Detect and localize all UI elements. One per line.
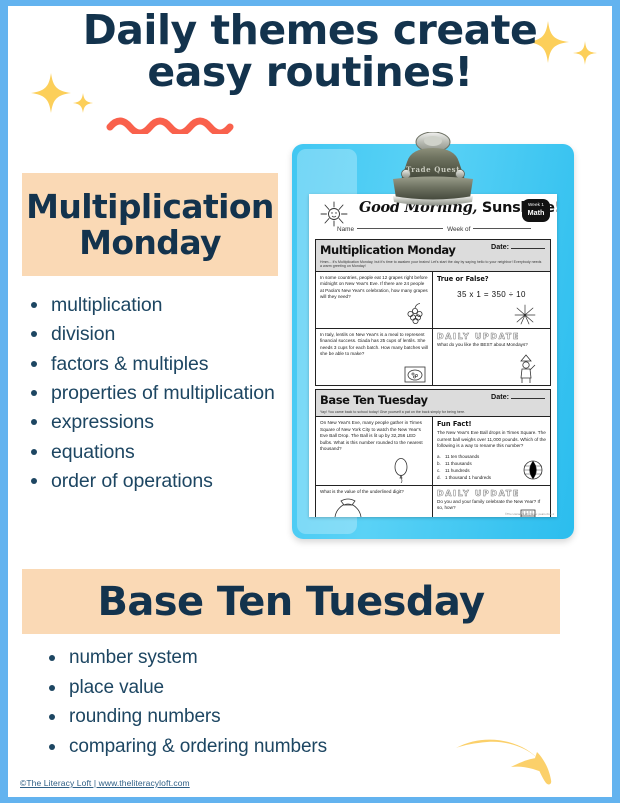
choice-text: 11 thousands bbox=[445, 460, 472, 466]
block-row: In some countries, people eat 12 grapes … bbox=[316, 271, 550, 328]
date-rule bbox=[511, 397, 545, 399]
true-false-heading: True or False? bbox=[437, 274, 489, 283]
topic-list-multiplication-monday: multiplication division factors & multip… bbox=[24, 293, 289, 498]
date-field[interactable]: Date: bbox=[491, 242, 545, 251]
block-title: Base Ten Tuesday bbox=[320, 392, 428, 407]
list-item: equations bbox=[24, 440, 289, 465]
choice-text: 1 thousand 1 hundreds bbox=[445, 474, 492, 480]
clipboard-clip[interactable]: Trade Quest bbox=[377, 132, 489, 214]
name-label: Name bbox=[337, 226, 355, 233]
badge-week-label: Week 1 bbox=[527, 202, 545, 207]
section-banner-base-ten-tuesday: Base Ten Tuesday bbox=[22, 569, 560, 634]
disco-ball-icon bbox=[523, 460, 543, 479]
cell-underlined-digit: What is the value of the underlined digi… bbox=[316, 485, 433, 517]
date-rule bbox=[511, 248, 545, 249]
worksheet-paper: Good Morning, Sunshine! Week 1 Math Name… bbox=[309, 194, 557, 517]
name-and-week-row: Name Week of bbox=[315, 226, 551, 239]
name-input-rule[interactable] bbox=[357, 228, 444, 229]
badge-subject-label: Math bbox=[527, 207, 545, 217]
daily-update-prompt: What do you like the BEST about Mondays? bbox=[437, 341, 528, 347]
list-item: comparing & ordering numbers bbox=[42, 735, 472, 760]
problem-text: In Italy, lentils on New Year's is a mea… bbox=[320, 331, 428, 357]
worksheet-block-multiplication-monday: Multiplication Monday Date: Hmm... it's … bbox=[315, 239, 551, 386]
poster-canvas: Daily themes create easy routines! Multi… bbox=[8, 6, 612, 797]
lentils-bowl-icon bbox=[404, 366, 426, 383]
grapes-icon bbox=[407, 302, 423, 324]
list-item: factors & multiples bbox=[24, 352, 289, 377]
poster-page: Daily themes create easy routines! Multi… bbox=[0, 0, 620, 803]
cell-daily-update-monday: DAILY UPDATE What do you like the BEST a… bbox=[433, 329, 550, 385]
cell-word-problem-lentils: In Italy, lentils on New Year's is a mea… bbox=[316, 328, 433, 385]
section-banner-multiplication-monday: Multiplication Monday bbox=[22, 173, 278, 276]
sun-icon bbox=[320, 201, 348, 227]
banner-line-1: Base Ten Tuesday bbox=[97, 578, 485, 625]
list-item: order of operations bbox=[24, 469, 289, 494]
list-item: number system bbox=[42, 646, 472, 671]
block-header: Base Ten Tuesday Date: Yay! You came bac… bbox=[316, 389, 550, 418]
banner-line-2: Monday bbox=[79, 222, 221, 262]
cell-true-or-false: True or False? 35 x 1 = 350 ÷ 10 bbox=[433, 272, 550, 328]
cell-word-problem-ball-drop: On New Year's Eve, many people gather in… bbox=[316, 417, 433, 485]
choice-key: b. bbox=[437, 460, 441, 466]
block-title: Multiplication Monday bbox=[320, 243, 456, 257]
list-item: division bbox=[24, 322, 289, 347]
date-label: Date: bbox=[491, 242, 509, 251]
headline-line-2: easy routines! bbox=[147, 47, 473, 96]
squiggle-underline-icon bbox=[106, 117, 234, 134]
true-false-equation: 35 x 1 = 350 ÷ 10 bbox=[457, 289, 526, 299]
problem-text: In some countries, people eat 12 grapes … bbox=[320, 274, 428, 300]
choice-text: 11 hundreds bbox=[445, 467, 470, 473]
balloon-icon bbox=[394, 457, 408, 483]
block-row: In Italy, lentils on New Year's is a mea… bbox=[316, 327, 550, 385]
list-item: expressions bbox=[24, 410, 289, 435]
party-person-icon bbox=[520, 354, 536, 383]
list-item: place value bbox=[42, 676, 472, 701]
fun-fact-heading: Fun Fact! bbox=[437, 420, 472, 429]
firework-icon bbox=[514, 304, 536, 325]
headline-line-1: Daily themes create bbox=[82, 6, 538, 54]
money-bag-icon: 4,635 bbox=[334, 498, 362, 517]
list-item: multiplication bbox=[24, 293, 289, 318]
date-label: Date: bbox=[491, 391, 509, 401]
worksheet-block-base-ten-tuesday: Base Ten Tuesday Date: Yay! You came bac… bbox=[315, 388, 554, 517]
choice-text: 11 ten thousands bbox=[445, 453, 480, 459]
week-math-badge: Week 1 Math bbox=[522, 199, 550, 222]
week-of-label: Week of bbox=[447, 226, 471, 233]
page-title: Daily themes create easy routines! bbox=[8, 9, 612, 96]
block-header: Multiplication Monday Date: Hmm... it's … bbox=[316, 240, 550, 272]
clipboard-image: Good Morning, Sunshine! Week 1 Math Name… bbox=[292, 132, 574, 539]
cell-word-problem-grapes: In some countries, people eat 12 grapes … bbox=[316, 271, 433, 328]
block-subtitle: Yay! You came back to school today! Give… bbox=[320, 409, 466, 414]
problem-text: What is the value of the underlined digi… bbox=[320, 488, 404, 494]
problem-text: On New Year's Eve, many people gather in… bbox=[320, 420, 423, 452]
fun-fact-text: The New Year's Eve Ball drops in Times S… bbox=[437, 430, 546, 449]
choice-key: d. bbox=[437, 474, 441, 480]
block-subtitle: Hmm... it's Multiplication Monday, but i… bbox=[320, 260, 542, 269]
block-row: On New Year's Eve, many people gather in… bbox=[316, 417, 550, 485]
daily-update-heading: DAILY UPDATE bbox=[437, 488, 520, 498]
worksheet-credit: ©The Literacy Loft | Code: pears-free-1 bbox=[504, 513, 554, 516]
date-field[interactable]: Date: bbox=[491, 392, 545, 401]
banner-line-1: Multiplication bbox=[26, 186, 274, 226]
choice-key: c. bbox=[437, 467, 441, 473]
list-item: rounding numbers bbox=[42, 705, 472, 730]
footer-credit[interactable]: ©The Literacy Loft | www.theliteracyloft… bbox=[20, 778, 190, 788]
topic-list-base-ten-tuesday: number system place value rounding numbe… bbox=[42, 646, 472, 765]
cell-fun-fact: Fun Fact! The New Year's Eve Ball drops … bbox=[433, 417, 550, 484]
week-input-rule[interactable] bbox=[473, 228, 532, 229]
curved-arrow-down-right-icon bbox=[456, 739, 552, 785]
choice-key: a. bbox=[437, 453, 441, 459]
list-item: properties of multiplication bbox=[24, 381, 289, 406]
svg-text:Trade Quest: Trade Quest bbox=[406, 165, 460, 174]
daily-update-heading: DAILY UPDATE bbox=[437, 331, 520, 342]
sparkle-icon bbox=[73, 93, 93, 113]
